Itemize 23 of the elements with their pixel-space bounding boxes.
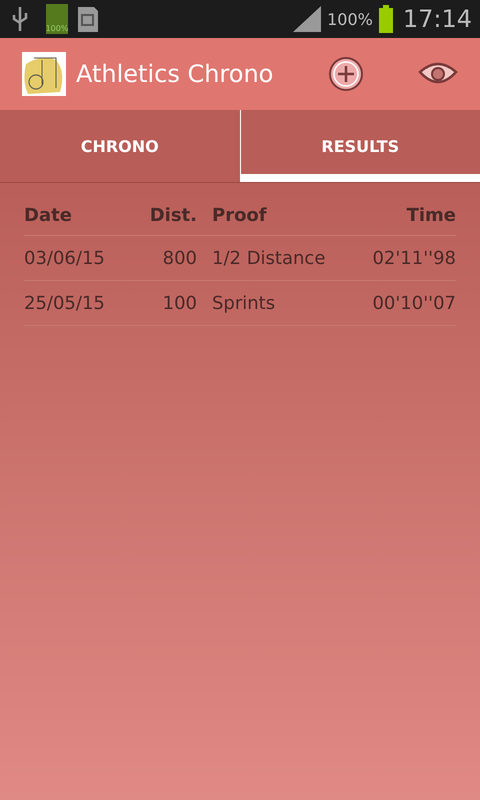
table-cell-text: Sprints	[212, 292, 276, 314]
sd-card-icon	[76, 5, 100, 33]
column-header: Date	[24, 204, 73, 226]
table-cell-text: 800	[162, 248, 197, 268]
battery-percent: 100%	[327, 10, 373, 28]
signal-icon	[293, 6, 322, 32]
add-icon[interactable]	[328, 56, 364, 92]
column-header: Time	[406, 204, 456, 226]
table-cell: 00'10''07	[372, 292, 456, 314]
battery-percent: 100%	[46, 24, 68, 34]
column-header: Proof	[212, 204, 268, 226]
battery-icon	[378, 5, 393, 33]
table-cell-text: 100	[162, 292, 197, 314]
table-cell-text: 1/2 Distance	[212, 248, 326, 268]
table-cell-text: 03/06/15	[24, 248, 106, 268]
tab[interactable]: RESULTS	[240, 110, 480, 182]
tab[interactable]: CHRONO	[0, 110, 240, 182]
clock: 17:14	[402, 5, 472, 33]
app-title: Athletics Chrono	[76, 60, 274, 88]
table-cell-text: 25/05/15	[24, 292, 106, 314]
column-header: Dist.	[148, 204, 197, 226]
table-cell: 02'11''98	[372, 248, 456, 268]
usb-icon	[10, 5, 30, 33]
